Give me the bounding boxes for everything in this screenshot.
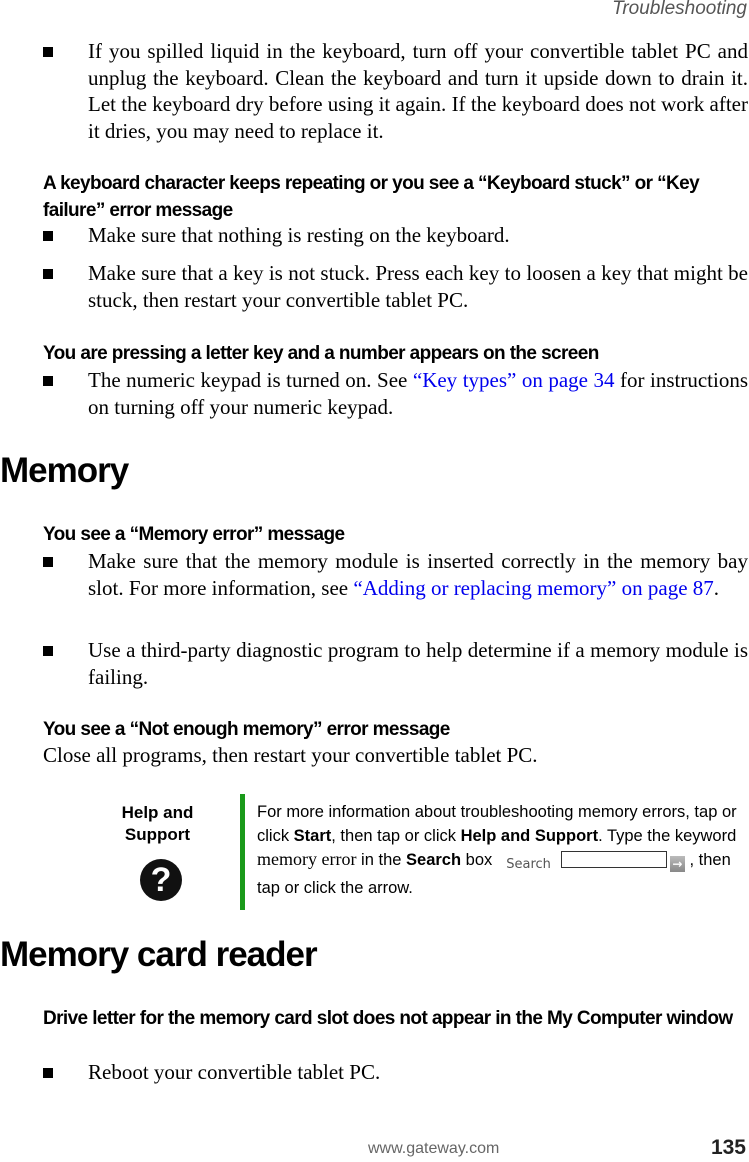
bullet-marker bbox=[43, 269, 53, 279]
search-input[interactable] bbox=[560, 851, 667, 868]
list-item: Make sure that nothing is resting on the… bbox=[43, 222, 748, 249]
footer-url: www.gateway.com bbox=[368, 1140, 500, 1157]
running-head: Troubleshooting bbox=[612, 0, 747, 19]
section-title-memory-card-reader: Memory card reader bbox=[0, 935, 318, 974]
list-item: If you spilled liquid in the keyboard, t… bbox=[43, 38, 748, 144]
bullet-marker bbox=[43, 1068, 53, 1078]
bullet-marker bbox=[43, 376, 53, 386]
list-item: Reboot your convertible tablet PC. bbox=[43, 1059, 748, 1086]
bullet-text: If you spilled liquid in the keyboard, t… bbox=[88, 39, 748, 143]
bullet-text: Reboot your convertible tablet PC. bbox=[88, 1060, 381, 1084]
subheading-keyboard-repeating: A keyboard character keeps repeating or … bbox=[43, 173, 700, 221]
bullet-marker bbox=[43, 231, 53, 241]
bullet-text: Make sure that nothing is resting on the… bbox=[88, 223, 510, 247]
help-and-support-label: Help and Support bbox=[121, 803, 194, 844]
section-title-memory: Memory bbox=[0, 451, 129, 490]
subheading-memory-error: You see a “Memory error” message bbox=[43, 524, 345, 545]
bullet-marker bbox=[43, 47, 53, 57]
list-item: Make sure that the memory module is inse… bbox=[43, 548, 748, 601]
page-number: 135 bbox=[710, 1136, 746, 1159]
keyword: memory error bbox=[257, 849, 357, 869]
list-item: Use a third-party diagnostic program to … bbox=[43, 637, 748, 690]
callout-divider bbox=[240, 794, 245, 910]
bullet-marker bbox=[43, 557, 53, 567]
bullet-marker bbox=[43, 646, 53, 656]
subheading-number-appears: You are pressing a letter key and a numb… bbox=[43, 343, 599, 364]
help-question-icon: ? bbox=[140, 859, 182, 901]
subheading-drive-letter: Drive letter for the memory card slot do… bbox=[43, 1008, 733, 1029]
bullet-text: Use a third-party diagnostic program to … bbox=[88, 638, 748, 689]
help-callout-text: For more information about troubleshooti… bbox=[257, 803, 737, 897]
bullet-text: Make sure that a key is not stuck. Press… bbox=[88, 261, 748, 312]
bullet-text: Make sure that the memory module is inse… bbox=[88, 549, 748, 600]
adding-memory-link[interactable]: “Adding or replacing memory” on page 87 bbox=[353, 576, 713, 600]
paragraph-not-enough-memory: Close all programs, then restart your co… bbox=[43, 743, 538, 767]
search-go-arrow-icon[interactable]: → bbox=[669, 856, 685, 872]
search-label: Search bbox=[506, 857, 551, 872]
key-types-link[interactable]: “Key types” on page 34 bbox=[413, 368, 615, 392]
subheading-not-enough-memory: You see a “Not enough memory” error mess… bbox=[43, 719, 450, 740]
list-item: Make sure that a key is not stuck. Press… bbox=[43, 260, 748, 313]
bullet-text: The numeric keypad is turned on. See “Ke… bbox=[88, 368, 748, 419]
list-item: The numeric keypad is turned on. See “Ke… bbox=[43, 367, 748, 420]
